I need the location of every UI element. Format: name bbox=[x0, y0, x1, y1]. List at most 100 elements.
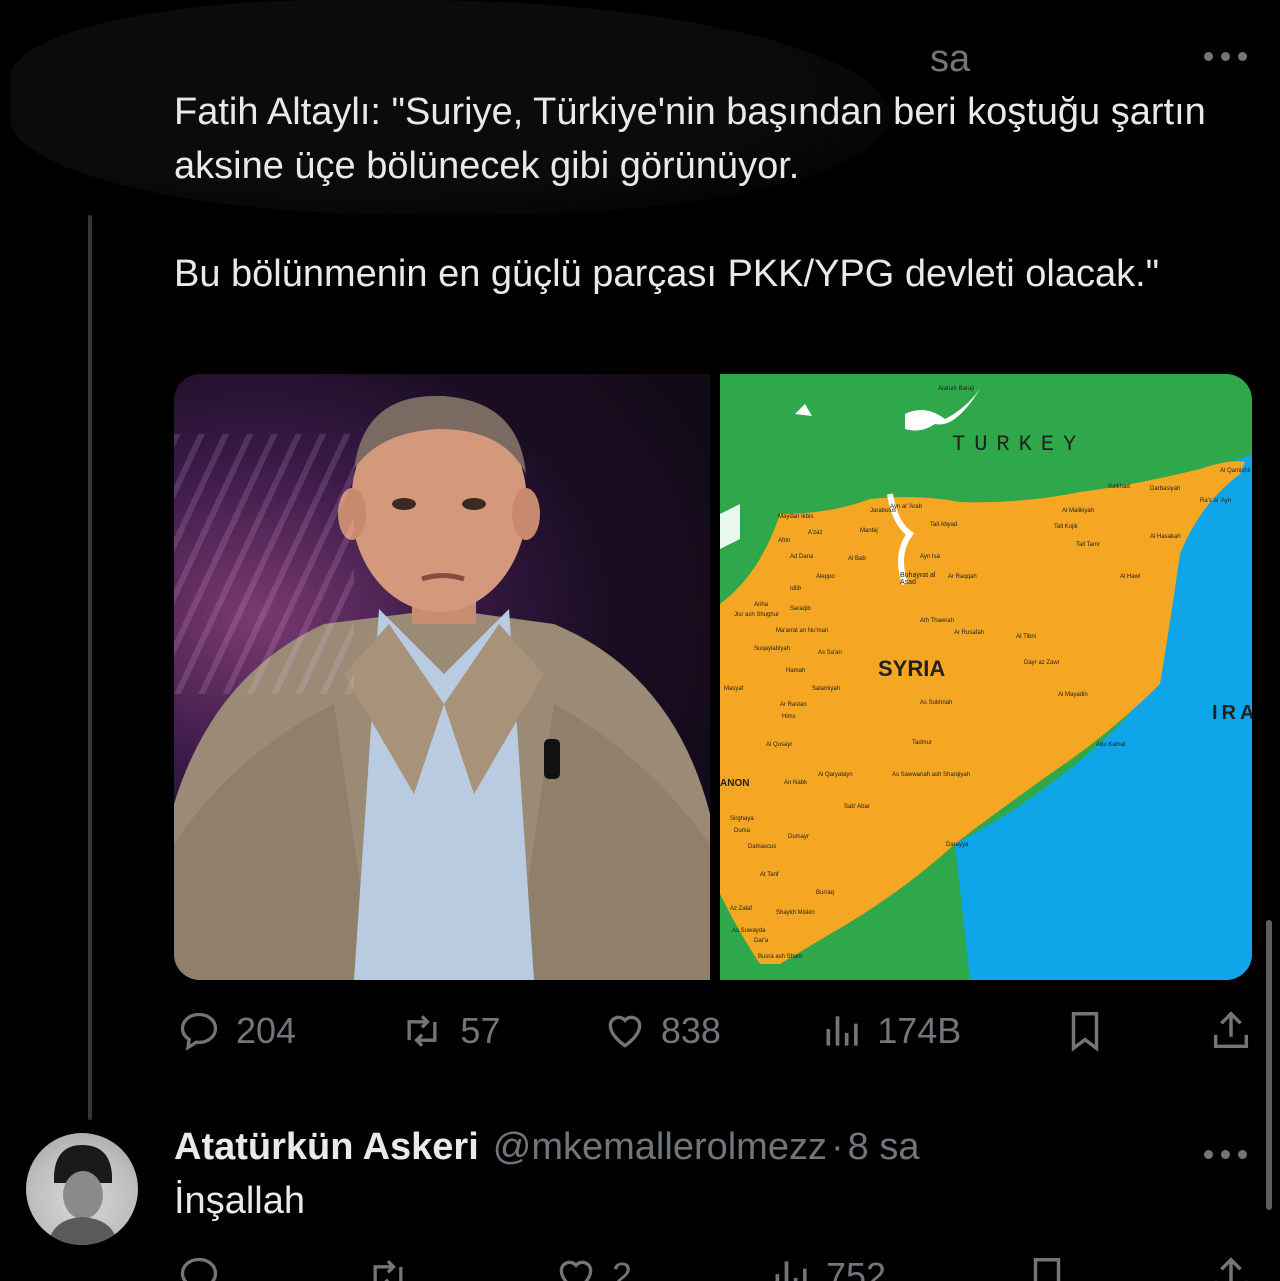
like-icon bbox=[559, 1260, 593, 1281]
map-city-label: Manbij bbox=[860, 528, 878, 534]
reply-views-count: 752 bbox=[825, 1255, 887, 1281]
map-city-label: Abu Kamal bbox=[1096, 742, 1126, 748]
map-city-label: Ad Dana bbox=[790, 554, 814, 560]
map-city-label: Burraq bbox=[816, 890, 835, 896]
bookmark-button[interactable] bbox=[1062, 1008, 1108, 1054]
map-label-dam: Ataturk Baraji bbox=[938, 386, 975, 392]
avatar-portrait bbox=[48, 1145, 118, 1245]
map-city-label: At Tibni bbox=[1016, 634, 1037, 640]
map-city-label: Az Zalaf bbox=[730, 906, 753, 912]
map-city-label: Ar Rusafah bbox=[954, 630, 985, 636]
map-graphic bbox=[720, 374, 1252, 980]
map-city-label: Ra's al 'Ayn bbox=[1200, 498, 1232, 504]
map-city-label: Al Qusayr bbox=[766, 742, 793, 748]
reply-like-count: 2 bbox=[611, 1255, 632, 1281]
retweet-icon bbox=[407, 1015, 437, 1047]
map-city-label: Al Bab bbox=[848, 556, 866, 562]
map-city-label: Sirghaya bbox=[730, 816, 754, 822]
map-city-label: Tall Tamr bbox=[1076, 542, 1100, 548]
syria-map[interactable]: TURKEY SYRIA IRA ANON Ataturk Baraji Buh… bbox=[720, 374, 1252, 980]
scrollbar[interactable] bbox=[1266, 920, 1272, 1210]
map-city-label: Salkhad bbox=[1108, 484, 1130, 490]
bookmark-icon bbox=[1033, 1258, 1061, 1281]
map-label-syria: SYRIA bbox=[878, 656, 946, 681]
retweet-count: 57 bbox=[460, 1010, 501, 1051]
map-city-label: As Suwayda bbox=[732, 928, 766, 934]
reply-icon bbox=[180, 1257, 218, 1281]
map-city-label: Shaykh Miskin bbox=[776, 910, 815, 916]
reply-icon bbox=[180, 1012, 218, 1051]
map-label-lake: Buhayrat al Asad bbox=[900, 572, 936, 586]
reply-timestamp[interactable]: 8 sa bbox=[848, 1126, 920, 1169]
reply-text: İnşallah bbox=[174, 1180, 305, 1222]
reply-avatar[interactable] bbox=[26, 1133, 138, 1245]
share-button[interactable] bbox=[1208, 1008, 1254, 1054]
map-city-label: An Nabk bbox=[784, 780, 808, 786]
tweet-timestamp[interactable]: sa bbox=[930, 38, 970, 81]
reply-header: Atatürkün Askeri @mkemallerolmezz · 8 sa bbox=[174, 1126, 919, 1169]
map-city-label: Duma bbox=[734, 828, 751, 834]
map-city-label: Darayya bbox=[946, 842, 969, 848]
reply-author-handle[interactable]: @mkemallerolmezz bbox=[493, 1126, 827, 1169]
reply-like-button[interactable]: 2 bbox=[552, 1254, 632, 1281]
map-city-label: Ma'arrat an Nu'man bbox=[776, 628, 829, 634]
retweet-button[interactable]: 57 bbox=[396, 1009, 500, 1053]
map-city-label: Ath Thawrah bbox=[920, 618, 954, 624]
map-city-label: Maydan Ikbis bbox=[778, 514, 814, 520]
map-city-label: Hamah bbox=[786, 668, 806, 674]
map-city-label: Ariha bbox=[754, 602, 769, 608]
tweet-text: Fatih Altaylı: "Suriye, Türkiye'nin başı… bbox=[174, 91, 1206, 295]
reply-more-options-icon[interactable] bbox=[1204, 1144, 1248, 1164]
tweet-media[interactable]: TURKEY SYRIA IRA ANON Ataturk Baraji Buh… bbox=[174, 374, 1252, 980]
map-city-label: Saraqib bbox=[790, 606, 811, 612]
reply-separator: · bbox=[830, 1126, 844, 1168]
map-city-label: Ar Raqqah bbox=[948, 574, 977, 580]
map-city-label: A'zaz bbox=[808, 530, 823, 536]
bookmark-icon bbox=[1071, 1012, 1098, 1052]
reply-action-bar: 2 752 bbox=[174, 1254, 1254, 1281]
map-city-label: Afrin bbox=[778, 538, 791, 544]
reply-reply-button[interactable] bbox=[174, 1254, 224, 1281]
map-city-label: Hims bbox=[782, 714, 796, 720]
map-label-iraq: IRA bbox=[1212, 702, 1252, 724]
like-count: 838 bbox=[660, 1010, 721, 1051]
map-label-lebanon: ANON bbox=[720, 778, 750, 789]
reply-bookmark-button[interactable] bbox=[1024, 1254, 1070, 1281]
map-city-label: As Sawwanah ash Sharqiyah bbox=[892, 772, 971, 778]
share-icon bbox=[1213, 1257, 1249, 1281]
map-city-label: Al Hawl bbox=[1120, 574, 1141, 580]
map-city-label: Dumayr bbox=[788, 834, 810, 840]
more-options-icon[interactable] bbox=[1204, 46, 1248, 66]
reply-button[interactable]: 204 bbox=[174, 1009, 296, 1053]
map-city-label: Al Qamishli bbox=[1220, 468, 1251, 474]
map-city-label: Al Malikiyah bbox=[1062, 508, 1095, 514]
map-city-label: Ayn Isa bbox=[920, 554, 940, 560]
map-city-label: Idlib bbox=[790, 586, 802, 592]
tweet-action-bar: 204 57 838 174B bbox=[174, 1008, 1254, 1054]
map-city-label: Tall Kujik bbox=[1054, 524, 1078, 530]
reply-count: 204 bbox=[236, 1010, 297, 1051]
portrait-photo[interactable] bbox=[174, 374, 710, 980]
map-label-turkey: TURKEY bbox=[952, 432, 1086, 457]
map-city-label: Suqaylabiyah bbox=[754, 646, 791, 652]
share-icon bbox=[1213, 1011, 1249, 1049]
reply-retweet-button[interactable] bbox=[362, 1254, 414, 1281]
map-city-label: Sab' Abar bbox=[844, 804, 870, 810]
map-city-label: Masyaf bbox=[724, 686, 744, 692]
like-icon bbox=[608, 1015, 642, 1048]
map-city-label: Dayr az Zawr bbox=[1024, 660, 1060, 666]
views-icon bbox=[826, 1016, 858, 1046]
map-city-label: Al Mayadin bbox=[1058, 692, 1088, 698]
map-city-label: Al Qaryatayn bbox=[818, 772, 853, 778]
like-button[interactable]: 838 bbox=[601, 1009, 721, 1053]
reply-author-name[interactable]: Atatürkün Askeri bbox=[174, 1126, 479, 1169]
map-city-label: Busra ash Sham bbox=[758, 954, 803, 960]
map-city-label: Al Hasakah bbox=[1150, 534, 1181, 540]
map-city-label: Tadmur bbox=[912, 740, 933, 746]
views-button[interactable]: 174B bbox=[821, 1009, 961, 1053]
map-city-label: Ar Rastan bbox=[780, 702, 807, 708]
map-city-label: As Sa'an bbox=[818, 650, 842, 656]
reply-share-button[interactable] bbox=[1208, 1254, 1254, 1281]
reply-views-button[interactable]: 752 bbox=[770, 1254, 886, 1281]
map-city-label: At Tanf bbox=[760, 872, 779, 878]
